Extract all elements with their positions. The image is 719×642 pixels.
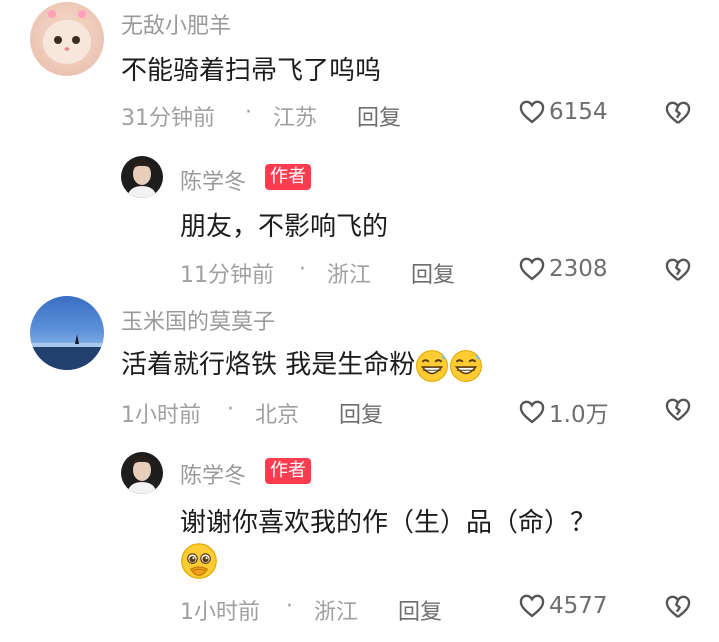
blue-sky-avatar[interactable] xyxy=(30,296,104,370)
reply-item: 陈学冬 作者 谢谢你喜欢我的作（生）品（命）？ 1小时前 · 浙江 回复 457… xyxy=(0,438,719,642)
like-button[interactable]: 4577 xyxy=(518,592,608,620)
emoji-row xyxy=(180,542,218,584)
comment-item: 玉米国的莫莫子 活着就行烙铁 我是生命粉 1小时前 · 北京 回复 1.0万 xyxy=(0,290,719,438)
like-count: 6154 xyxy=(549,99,608,125)
reply-button[interactable]: 回复 xyxy=(411,257,455,289)
broken-heart-icon xyxy=(664,99,692,127)
comment-text: 活着就行烙铁 我是生命粉 xyxy=(121,350,416,380)
man-portrait-icon xyxy=(127,456,157,494)
meta-separator: · xyxy=(299,257,306,282)
dislike-button[interactable] xyxy=(664,396,692,428)
dislike-button[interactable] xyxy=(664,256,692,288)
heart-icon xyxy=(518,255,546,283)
meta-separator: · xyxy=(227,397,234,422)
heart-icon xyxy=(518,398,546,426)
comment-username[interactable]: 玉米国的莫莫子 xyxy=(121,304,275,336)
author-badge: 作者 xyxy=(265,458,311,484)
seaside-scene-icon xyxy=(30,334,104,370)
reply-button[interactable]: 回复 xyxy=(398,594,442,626)
comment-location: 浙江 xyxy=(327,263,372,288)
comment-item: 无敌小肥羊 不能骑着扫帚飞了呜呜 31分钟前 · 江苏 回复 6154 xyxy=(0,0,719,140)
like-count: 1.0万 xyxy=(549,402,609,428)
reply-item: 陈学冬 作者 朋友，不影响飞的 11分钟前 · 浙江 回复 2308 xyxy=(0,140,719,290)
broken-heart-icon xyxy=(664,593,692,621)
dislike-button[interactable] xyxy=(664,99,692,131)
comment-location: 北京 xyxy=(255,403,300,428)
kitten-avatar[interactable] xyxy=(30,2,104,76)
reply-button[interactable]: 回复 xyxy=(357,100,401,132)
like-button[interactable]: 2308 xyxy=(518,255,608,283)
broken-heart-icon xyxy=(664,396,692,424)
like-count: 4577 xyxy=(549,593,608,619)
dislike-button[interactable] xyxy=(664,593,692,625)
comment-time: 1小时前 xyxy=(180,600,260,625)
comment-location: 浙江 xyxy=(314,600,359,625)
comment-username[interactable]: 无敌小肥羊 xyxy=(121,8,231,40)
comment-text: 谢谢你喜欢我的作（生）品（命）？ xyxy=(180,508,597,538)
like-button[interactable]: 6154 xyxy=(518,98,608,126)
comment-username[interactable]: 陈学冬 xyxy=(180,458,246,490)
pleading-face-emoji xyxy=(180,542,218,580)
grinning-sweat-emoji xyxy=(415,349,449,383)
author-badge: 作者 xyxy=(265,164,311,190)
comment-username[interactable]: 陈学冬 xyxy=(180,164,246,196)
man-avatar[interactable] xyxy=(121,156,163,198)
man-avatar[interactable] xyxy=(121,452,163,494)
heart-icon xyxy=(518,98,546,126)
kitten-face-icon xyxy=(43,8,91,64)
comment-location: 江苏 xyxy=(273,106,318,131)
comment-text: 不能骑着扫帚飞了呜呜 xyxy=(121,56,382,86)
man-portrait-icon xyxy=(127,160,157,198)
broken-heart-icon xyxy=(664,256,692,284)
reply-button[interactable]: 回复 xyxy=(339,397,383,429)
comment-time: 11分钟前 xyxy=(180,263,274,288)
like-button[interactable]: 1.0万 xyxy=(518,395,609,429)
heart-icon xyxy=(518,592,546,620)
meta-separator: · xyxy=(286,594,293,619)
comment-text: 朋友，不影响飞的 xyxy=(180,212,389,242)
comment-time: 1小时前 xyxy=(121,403,201,428)
comment-time: 31分钟前 xyxy=(121,106,215,131)
like-count: 2308 xyxy=(549,256,608,282)
meta-separator: · xyxy=(245,100,252,125)
grinning-sweat-emoji xyxy=(449,349,483,383)
comment-text-row: 活着就行烙铁 我是生命粉 xyxy=(121,344,483,383)
